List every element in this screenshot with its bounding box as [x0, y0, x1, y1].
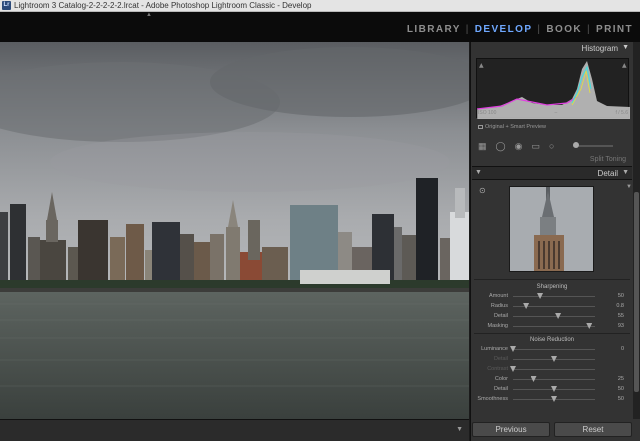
panel-divider	[474, 333, 630, 334]
module-bar: ▲ LIBRARY | DEVELOP | BOOK | PRINT	[0, 12, 640, 42]
module-book[interactable]: BOOK	[543, 24, 585, 35]
slider-row: Masking 93	[472, 322, 632, 332]
footer-buttons: Previous Reset	[472, 422, 632, 437]
slider-label: Color	[494, 376, 508, 382]
window-title: Lightroom 3 Catalog-2-2-2-2-2.lrcat - Ad…	[14, 1, 312, 10]
slider-value[interactable]: 50	[618, 292, 624, 300]
crop-grid-icon[interactable]: ▦	[478, 141, 487, 151]
module-separator: |	[465, 24, 470, 35]
slider-value[interactable]: 0.8	[616, 302, 624, 310]
reset-button[interactable]: Reset	[554, 422, 632, 437]
module-print[interactable]: PRINT	[593, 24, 636, 35]
slider-track[interactable]	[513, 349, 595, 350]
slider-row: Amount 50	[472, 292, 632, 302]
aperture-readout: f / 5.6	[615, 110, 628, 116]
detail-panel-header[interactable]: ▼ Detail ▼	[472, 166, 632, 180]
window-title-bar: Lr Lightroom 3 Catalog-2-2-2-2-2.lrcat -…	[0, 0, 640, 12]
histogram-collapse-icon[interactable]: ▼	[622, 44, 629, 51]
detail-panel-collapse-icon[interactable]: ▼	[622, 169, 629, 176]
module-picker: LIBRARY | DEVELOP | BOOK | PRINT	[404, 24, 636, 35]
slider-label: Detail	[493, 313, 508, 319]
iso-readout: ISO 100	[478, 110, 497, 116]
slider-value[interactable]: 25	[618, 375, 624, 383]
slider-value[interactable]: 55	[618, 312, 624, 320]
slider-label: Contrast	[487, 366, 508, 372]
noise-reduction-title: Noise Reduction	[529, 337, 575, 343]
graduated-filter-icon[interactable]: ▭	[531, 141, 540, 151]
slider-track[interactable]	[513, 369, 595, 370]
brush-slider-knob[interactable]	[573, 142, 580, 148]
spot-removal-icon[interactable]: ◯	[496, 141, 506, 151]
smart-preview-status[interactable]: Original + Smart Preview	[478, 124, 546, 130]
slider-label: Amount	[489, 293, 508, 299]
slider-track[interactable]	[513, 326, 595, 327]
right-panel-scrollbar[interactable]	[633, 42, 640, 419]
red-eye-icon[interactable]: ◉	[515, 141, 523, 151]
slider-value[interactable]: 50	[618, 385, 624, 393]
histogram-graph[interactable]: ▲ ▲	[476, 58, 630, 119]
photo-canvas[interactable]	[0, 42, 469, 419]
info-dash: –	[554, 110, 558, 116]
slider-row: Color 25	[472, 375, 632, 385]
toolbar-menu-arrow-icon[interactable]: ▼	[456, 426, 463, 433]
develop-tool-strip: ▦ ◯ ◉ ▭ ○	[472, 138, 632, 154]
module-library[interactable]: LIBRARY	[404, 24, 464, 35]
panel-divider	[474, 279, 630, 280]
slider-label: Masking	[487, 323, 508, 329]
slider-label: Smoothness	[477, 396, 508, 402]
slider-row: Radius 0.8	[472, 302, 632, 312]
slider-label: Luminance	[481, 346, 508, 352]
scrollbar-thumb[interactable]	[634, 192, 639, 392]
sharpening-title: Sharpening	[536, 284, 568, 290]
slider-track[interactable]	[513, 379, 595, 380]
toolbar-strip: ▼	[0, 419, 469, 441]
slider-value[interactable]: 0	[621, 345, 624, 353]
collapse-top-panel-arrow-icon[interactable]: ▲	[146, 12, 152, 18]
detail-preview-image	[510, 187, 593, 271]
detail-zoom-preview[interactable]	[509, 186, 594, 272]
city-skyline-photo	[0, 42, 469, 419]
module-separator: |	[537, 24, 542, 35]
slider-track[interactable]	[513, 296, 595, 297]
lightroom-app-icon: Lr	[2, 1, 11, 10]
slider-label: Detail	[493, 356, 508, 362]
detail-panel-title: Detail	[597, 169, 618, 178]
histogram-camera-info: ISO 100 – f / 5.6	[478, 110, 628, 116]
module-develop[interactable]: DEVELOP	[472, 24, 536, 35]
smart-preview-icon	[478, 124, 483, 129]
detail-panel-toggle-icon[interactable]: ▼	[475, 169, 482, 176]
smart-preview-label: Original + Smart Preview	[485, 124, 546, 130]
preview-warning-icon: ▼	[626, 184, 632, 190]
slider-row: Contrast	[472, 365, 632, 375]
slider-value[interactable]: 93	[618, 322, 624, 330]
slider-label: Radius	[490, 303, 508, 309]
svg-text:▲: ▲	[622, 62, 627, 69]
histogram-header[interactable]: Histogram ▼	[472, 43, 632, 55]
histogram-title: Histogram	[581, 44, 618, 53]
brush-slider[interactable]	[573, 142, 614, 148]
slider-label: Detail	[493, 386, 508, 392]
slider-row: Detail	[472, 355, 632, 365]
slider-row: Detail 50	[472, 385, 632, 395]
radial-filter-icon[interactable]: ○	[549, 141, 554, 151]
previous-button[interactable]: Previous	[472, 422, 550, 437]
slider-value[interactable]: 50	[618, 395, 624, 403]
module-separator: |	[587, 24, 591, 35]
slider-track[interactable]	[513, 316, 595, 317]
slider-row: Luminance 0	[472, 345, 632, 355]
detail-target-icon[interactable]: ⊙	[479, 186, 486, 195]
slider-row: Smoothness 50	[472, 395, 632, 405]
svg-text:▲: ▲	[479, 62, 484, 69]
split-toning-header[interactable]: Split Toning	[472, 156, 632, 164]
slider-row: Detail 55	[472, 312, 632, 322]
